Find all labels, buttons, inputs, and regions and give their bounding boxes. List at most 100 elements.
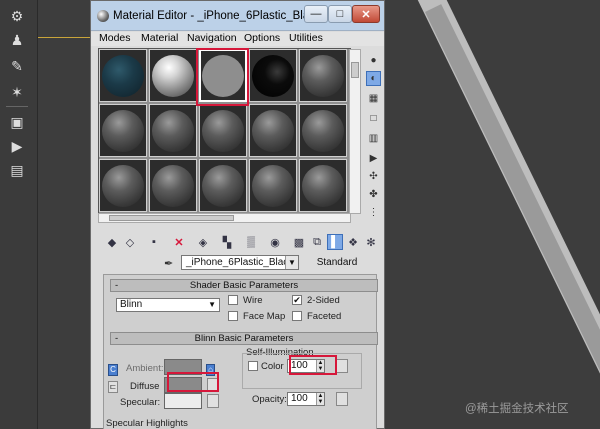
material-sphere [152, 54, 194, 97]
material-sphere [252, 54, 294, 97]
chevron-down-icon[interactable]: ▼ [285, 256, 298, 269]
sample-slot[interactable] [149, 159, 197, 212]
scrollbar-thumb[interactable] [109, 215, 234, 221]
opacity-spinner[interactable]: 100 ▲ ▼ [287, 392, 325, 406]
put-to-scene-icon[interactable]: ◇ [122, 234, 138, 250]
menu-modes[interactable]: Modes [99, 32, 131, 44]
menu-navigation[interactable]: Navigation [187, 32, 237, 44]
wrench-icon[interactable]: ⚙ [6, 6, 28, 26]
scrollbar-thumb[interactable] [351, 62, 359, 78]
render-setup-icon[interactable]: ▤ [6, 160, 28, 180]
collapse-icon: - [115, 280, 119, 291]
toolbar-divider [6, 106, 28, 107]
sample-slot[interactable] [99, 159, 147, 212]
sample-slot[interactable] [299, 159, 347, 212]
go-forward-to-sibling-icon[interactable]: ❖ [345, 234, 361, 250]
left-toolbar: ⚙ ♟ ✎ ✶ ▣ ▶ ▤ [0, 0, 38, 429]
specular-map-button[interactable] [207, 394, 219, 408]
viewport-guide-line [38, 37, 90, 38]
render-frame-icon[interactable]: ▣ [6, 112, 28, 132]
wire-label: Wire [243, 295, 263, 306]
menu-options[interactable]: Options [244, 32, 280, 44]
menu-material[interactable]: Material [141, 32, 178, 44]
spinner-value: 100 [291, 393, 308, 404]
specular-label: Specular: [120, 397, 161, 408]
menu-utilities[interactable]: Utilities [289, 32, 323, 44]
material-map-navigator-icon[interactable]: ⋮ [366, 205, 381, 220]
put-to-library-icon[interactable]: ▒ [243, 234, 259, 250]
material-id-channel-icon[interactable]: ◉ [267, 234, 283, 250]
faceted-label: Faceted [307, 311, 342, 322]
sample-slot[interactable] [299, 104, 347, 157]
material-name-field[interactable]: _iPhone_6Plastic_Black ▼ [181, 255, 299, 270]
background-icon[interactable]: ▦ [366, 91, 381, 106]
select-by-material-icon[interactable]: ✤ [366, 187, 381, 202]
wire-checkbox[interactable] [228, 295, 238, 305]
sample-slot[interactable] [249, 159, 297, 212]
material-sphere [102, 164, 144, 207]
faceted-checkbox[interactable] [292, 311, 302, 321]
sample-slot[interactable] [149, 104, 197, 157]
options-icon[interactable]: ✣ [366, 169, 381, 184]
light-beam [408, 0, 600, 429]
go-to-parent-icon[interactable]: ▌ [327, 234, 343, 250]
copy-material-icon[interactable]: ◈ [195, 234, 211, 250]
face-map-checkbox[interactable] [228, 311, 238, 321]
eyedropper-icon[interactable]: ✒ [164, 257, 176, 270]
sample-slot[interactable] [149, 49, 197, 102]
slots-vertical-scrollbar[interactable] [349, 49, 361, 214]
sample-slot[interactable] [199, 104, 247, 157]
specular-color-swatch[interactable] [164, 393, 202, 409]
face-map-label: Face Map [243, 311, 286, 322]
rollout-title: Blinn Basic Parameters [194, 333, 294, 344]
sparkle-icon[interactable]: ✶ [6, 82, 28, 102]
material-sphere [152, 109, 194, 152]
render-icon[interactable]: ▶ [6, 136, 28, 156]
lock-icon[interactable]: C [108, 364, 118, 376]
parameters-panel: - Shader Basic Parameters Blinn ▼ Wire ✔… [103, 274, 378, 429]
make-preview-icon[interactable]: ▶ [366, 151, 381, 166]
sample-slot[interactable] [99, 104, 147, 157]
slots-horizontal-scrollbar[interactable] [98, 213, 351, 223]
minimize-button[interactable]: — [304, 5, 328, 23]
sample-slot[interactable] [249, 104, 297, 157]
material-sphere [302, 54, 344, 97]
make-unique-icon[interactable]: ▚ [219, 234, 235, 250]
ambient-label: Ambient: [126, 363, 164, 374]
spinner-arrows-icon[interactable]: ▲ ▼ [316, 393, 324, 405]
maximize-button[interactable]: □ [328, 5, 352, 23]
blinn-basic-rollout-header[interactable]: - Blinn Basic Parameters [110, 332, 378, 345]
pick-material-icon[interactable]: ✻ [363, 234, 379, 250]
shirt-icon[interactable]: ♟ [6, 30, 28, 50]
reset-map-icon[interactable]: ✕ [171, 234, 187, 250]
show-shaded-material-icon[interactable]: ▩ [291, 234, 307, 250]
sample-type-icon[interactable]: ● [366, 53, 381, 68]
sample-slot[interactable] [299, 49, 347, 102]
two-sided-checkbox[interactable]: ✔ [292, 295, 302, 305]
material-editor-icon [97, 10, 109, 22]
color-label: Color [261, 361, 284, 372]
title-bar[interactable]: Material Editor - _iPhone_6Plastic_Black… [91, 1, 384, 31]
material-sphere [302, 109, 344, 152]
get-material-icon[interactable]: ◆ [104, 234, 120, 250]
eraser-icon[interactable]: ✎ [6, 56, 28, 76]
material-type-button[interactable]: Standard [302, 255, 372, 270]
link-icon[interactable]: ⊏ [108, 381, 118, 393]
sample-slot[interactable] [99, 49, 147, 102]
material-sphere [102, 54, 144, 97]
assign-to-selection-icon[interactable]: ▪ [146, 234, 162, 250]
self-illum-map-button[interactable] [336, 359, 348, 373]
opacity-map-button[interactable] [336, 392, 348, 406]
show-end-result-icon[interactable]: ⧉ [309, 234, 325, 250]
sample-slot[interactable] [199, 159, 247, 212]
specular-highlights-group-label: Specular Highlights [106, 418, 188, 429]
video-color-check-icon[interactable]: ▥ [366, 131, 381, 146]
uv-tiling-icon[interactable]: □ [366, 111, 381, 126]
shader-basic-rollout-header[interactable]: - Shader Basic Parameters [110, 279, 378, 292]
two-sided-label: 2-Sided [307, 295, 340, 306]
sample-slot[interactable] [249, 49, 297, 102]
self-illum-color-checkbox[interactable] [248, 361, 258, 371]
backlight-icon[interactable]: ◐ [366, 71, 381, 86]
shader-type-dropdown[interactable]: Blinn ▼ [116, 298, 220, 312]
close-button[interactable]: ✕ [352, 5, 380, 23]
